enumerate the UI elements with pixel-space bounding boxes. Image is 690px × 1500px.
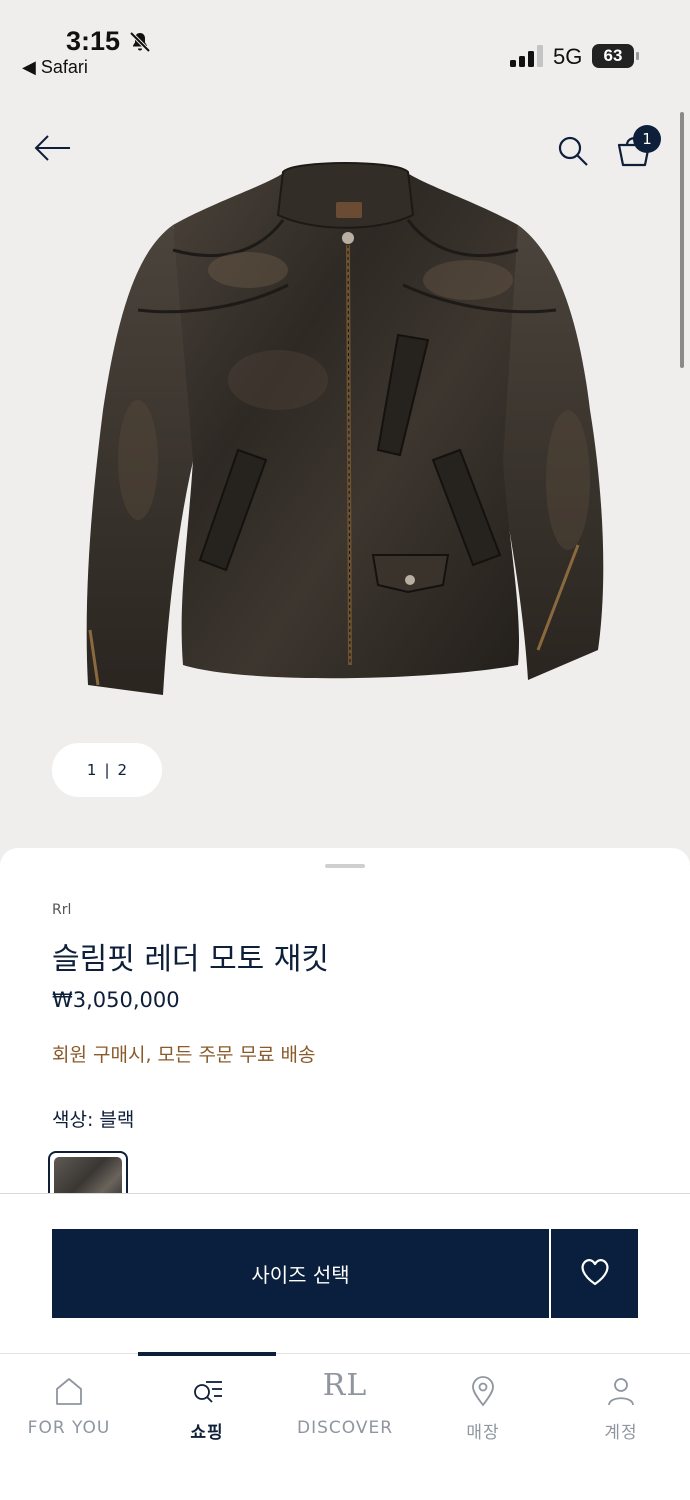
select-size-button[interactable]: 사이즈 선택 [52, 1229, 549, 1318]
pager-total: 2 [117, 761, 128, 779]
tab-shopping[interactable]: 쇼핑 [138, 1354, 276, 1500]
home-icon [56, 1378, 82, 1405]
tab-account[interactable]: 계정 [552, 1354, 690, 1500]
wishlist-button[interactable] [551, 1229, 638, 1318]
battery-icon: 63 [592, 44, 634, 68]
account-icon [608, 1378, 634, 1406]
network-type: 5G [553, 44, 583, 69]
tab-for-you[interactable]: FOR YOU [0, 1354, 138, 1500]
heart-icon [581, 1259, 608, 1286]
battery-tip [636, 52, 639, 60]
tab-label: 계정 [604, 1423, 638, 1443]
gallery-pager[interactable]: 1 | 2 [52, 743, 162, 797]
cart-count-badge: 1 [633, 125, 661, 153]
product-details-sheet: Rrl 슬림핏 레더 모토 재킷 ₩3,050,000 회원 구매시, 모든 주… [0, 848, 690, 1211]
back-arrow-icon[interactable] [32, 130, 72, 166]
battery-level: 63 [603, 46, 623, 65]
tab-discover[interactable]: RL DISCOVER [276, 1354, 414, 1500]
product-price: ₩3,050,000 [52, 988, 180, 1012]
status-bar: 3:15 ◀ Safari 5G 63 [0, 0, 690, 90]
color-label: 색상: 블랙 [52, 1109, 135, 1131]
sheet-grabber[interactable] [325, 864, 365, 868]
tab-label: 매장 [466, 1423, 500, 1443]
status-time: 3:15 [66, 26, 121, 56]
bottom-tab-bar: FOR YOU 쇼핑 RL DISCOVER 매장 계정 [0, 1352, 690, 1500]
back-to-safari[interactable]: ◀ Safari [22, 57, 88, 78]
tab-stores[interactable]: 매장 [414, 1354, 552, 1500]
tab-label: FOR YOU [27, 1418, 111, 1438]
shipping-note: 회원 구매시, 모든 주문 무료 배송 [52, 1044, 316, 1066]
bell-muted-icon [129, 31, 151, 53]
tab-label: DISCOVER [296, 1418, 394, 1438]
scroll-indicator [680, 112, 684, 368]
tab-label: 쇼핑 [190, 1423, 224, 1443]
action-bar: 사이즈 선택 [0, 1193, 690, 1353]
location-pin-icon [472, 1376, 494, 1407]
product-title: 슬림핏 레더 모토 재킷 [52, 942, 330, 977]
product-image-leather-jacket[interactable] [78, 160, 612, 700]
shopping-search-icon [194, 1381, 222, 1403]
pager-current: 1 [86, 761, 97, 779]
signal-icon [510, 45, 543, 67]
pager-separator: | [104, 761, 110, 779]
product-brand: Rrl [52, 902, 72, 918]
rl-logo-icon: RL [322, 1368, 368, 1403]
